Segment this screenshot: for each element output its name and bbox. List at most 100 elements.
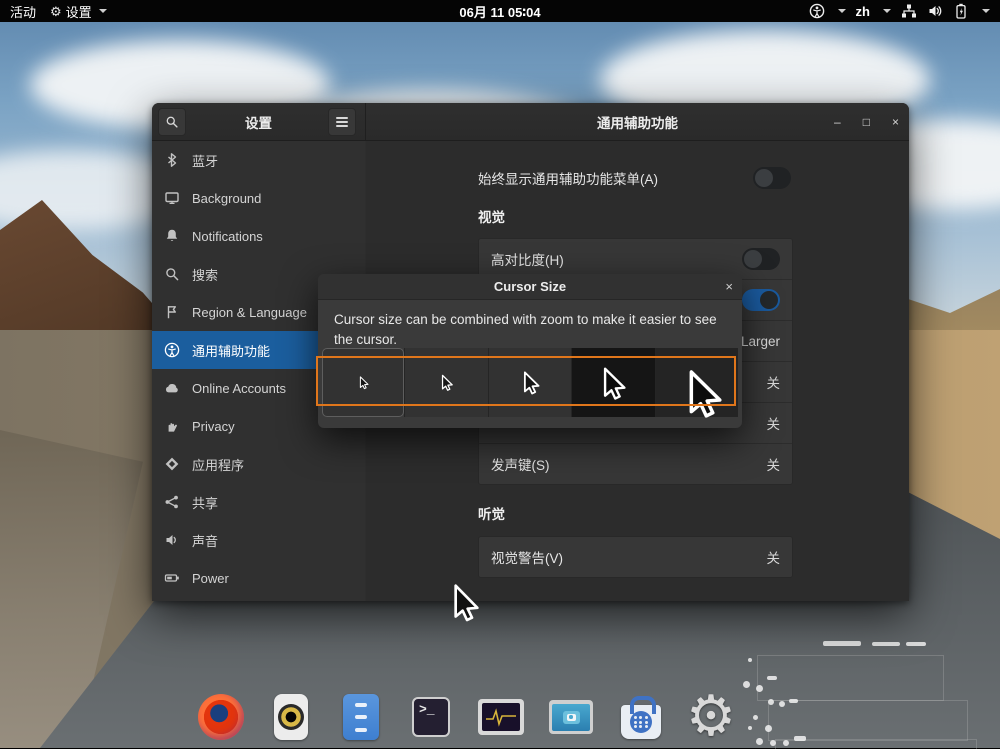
always-show-menu-toggle[interactable] <box>753 166 791 189</box>
input-method-indicator[interactable]: zh <box>856 4 870 19</box>
chevron-down-icon <box>883 9 891 13</box>
dock-item-terminal[interactable]: >_ <box>396 688 466 746</box>
dock-item-files[interactable] <box>326 688 396 746</box>
dock-item-system-monitor[interactable] <box>466 688 536 746</box>
settings-gear-icon: ⚙ <box>685 684 737 749</box>
sidebar-label: 声音 <box>192 533 219 549</box>
firefox-icon <box>198 694 244 740</box>
background-icon <box>164 190 180 206</box>
cursor-size-option-2[interactable] <box>404 348 488 417</box>
cursor-size-dialog: Cursor Size × Cursor size can be combine… <box>316 274 742 428</box>
battery-icon[interactable] <box>953 3 969 19</box>
high-contrast-toggle[interactable] <box>742 248 780 270</box>
sidebar-label: Region & Language <box>192 304 307 320</box>
large-text-toggle[interactable] <box>742 289 780 311</box>
accessibility-menu-icon[interactable] <box>809 3 825 19</box>
screenshot-icon <box>549 700 593 734</box>
sidebar-label: 蓝牙 <box>192 153 219 169</box>
always-show-menu-label: 始终显示通用辅助功能菜单(A) <box>478 171 658 187</box>
panel-title: 通用辅助功能 <box>597 115 678 131</box>
headerbar-right: 通用辅助功能 – □ × <box>366 103 909 140</box>
dock-item-software[interactable] <box>606 688 676 746</box>
region-language-icon <box>164 304 180 320</box>
visual-alerts-row[interactable]: 视觉警告(V) 关 <box>479 537 792 577</box>
dock-item-settings[interactable]: ⚙ <box>676 688 746 746</box>
always-show-menu-row[interactable]: 始终显示通用辅助功能菜单(A) <box>478 159 791 196</box>
zoom-value: 关 <box>766 376 781 391</box>
sidebar-item-sharing[interactable]: 共享 <box>152 483 365 521</box>
sound-icon <box>164 532 180 548</box>
cursor-size-option-3[interactable] <box>487 348 572 417</box>
screen-reader-value: 关 <box>766 417 781 432</box>
sound-keys-label: 发声键(S) <box>491 458 550 473</box>
software-icon <box>621 696 661 739</box>
notifications-icon <box>164 228 180 244</box>
visual-alerts-label: 视觉警告(V) <box>491 551 563 566</box>
sidebar-item-power[interactable]: Power <box>152 559 365 597</box>
sidebar-item-sound[interactable]: 声音 <box>152 521 365 559</box>
high-contrast-row[interactable]: 高对比度(H) <box>479 239 792 279</box>
gear-icon: ⚙ <box>50 3 62 19</box>
sidebar-label: 共享 <box>192 495 219 511</box>
search-icon <box>164 266 180 282</box>
dialog-title: Cursor Size <box>493 279 567 294</box>
minimize-button[interactable]: – <box>834 115 841 129</box>
chevron-down-icon <box>98 9 107 13</box>
clock[interactable]: 06月 11 05∶04 <box>459 5 540 20</box>
sidebar-label: 通用辅助功能 <box>192 343 271 359</box>
sidebar-label: Notifications <box>192 228 263 244</box>
dock: >_ ⚙ <box>186 688 746 746</box>
cursor-size-option-5[interactable] <box>654 348 739 418</box>
sidebar-label: Privacy <box>192 418 235 434</box>
headerbar-left: 设置 <box>152 103 366 140</box>
cursor-icon <box>523 371 540 395</box>
maximize-button[interactable]: □ <box>863 115 870 129</box>
dialog-close-button[interactable]: × <box>725 274 733 299</box>
sidebar-item-applications[interactable]: 应用程序 <box>152 445 365 483</box>
activities-button[interactable]: 活动 <box>10 2 36 21</box>
hearing-listbox: 视觉警告(V) 关 <box>478 536 793 578</box>
sidebar-label: Power <box>192 570 229 586</box>
sidebar-label: Background <box>192 190 262 206</box>
files-icon <box>343 694 379 740</box>
visual-alerts-value: 关 <box>766 551 781 566</box>
dock-item-rhythmbox[interactable] <box>256 688 326 746</box>
hearing-section-header: 听觉 <box>478 507 505 522</box>
close-button[interactable]: × <box>892 115 899 129</box>
dock-item-screenshot[interactable] <box>536 688 606 746</box>
system-monitor-icon <box>478 699 524 735</box>
search-button[interactable] <box>158 108 186 136</box>
chevron-down-icon <box>982 9 990 13</box>
hamburger-icon <box>336 117 348 127</box>
sound-keys-row[interactable]: 发声键(S) 关 <box>479 443 792 484</box>
chevron-down-icon <box>837 9 846 13</box>
top-bar: 活动 ⚙ 设置 06月 11 05∶04 zh <box>0 0 1000 22</box>
app-menu-button[interactable]: ⚙ 设置 <box>50 2 107 21</box>
primary-menu-button[interactable] <box>328 108 356 136</box>
terminal-icon: >_ <box>412 697 450 737</box>
power-icon <box>164 570 180 586</box>
volume-icon[interactable] <box>927 3 943 19</box>
cursor-size-option-1[interactable] <box>322 348 405 417</box>
cursor-icon <box>689 369 722 418</box>
bluetooth-icon <box>164 152 180 168</box>
cursor-icon <box>442 374 453 391</box>
cursor-size-option-4[interactable] <box>571 348 655 417</box>
rhythmbox-icon <box>274 694 308 740</box>
network-icon[interactable] <box>901 3 917 19</box>
universal-access-icon <box>164 342 180 358</box>
high-contrast-label: 高对比度(H) <box>491 253 564 268</box>
sidebar-item-notifications[interactable]: Notifications <box>152 217 365 255</box>
cursor-size-value: Larger <box>740 333 780 349</box>
sidebar-label: Online Accounts <box>192 380 286 396</box>
privacy-icon <box>164 418 180 434</box>
sidebar-item-background[interactable]: Background <box>152 179 365 217</box>
headerbar: 设置 通用辅助功能 – □ × <box>152 103 909 141</box>
dialog-header: Cursor Size × <box>318 274 742 300</box>
sound-keys-value: 关 <box>766 458 781 473</box>
search-icon <box>166 116 178 128</box>
app-menu-label: 设置 <box>65 4 92 20</box>
sidebar-item-bluetooth[interactable]: 蓝牙 <box>152 141 365 179</box>
sidebar-label: 搜索 <box>192 267 219 283</box>
dock-item-firefox[interactable] <box>186 688 256 746</box>
